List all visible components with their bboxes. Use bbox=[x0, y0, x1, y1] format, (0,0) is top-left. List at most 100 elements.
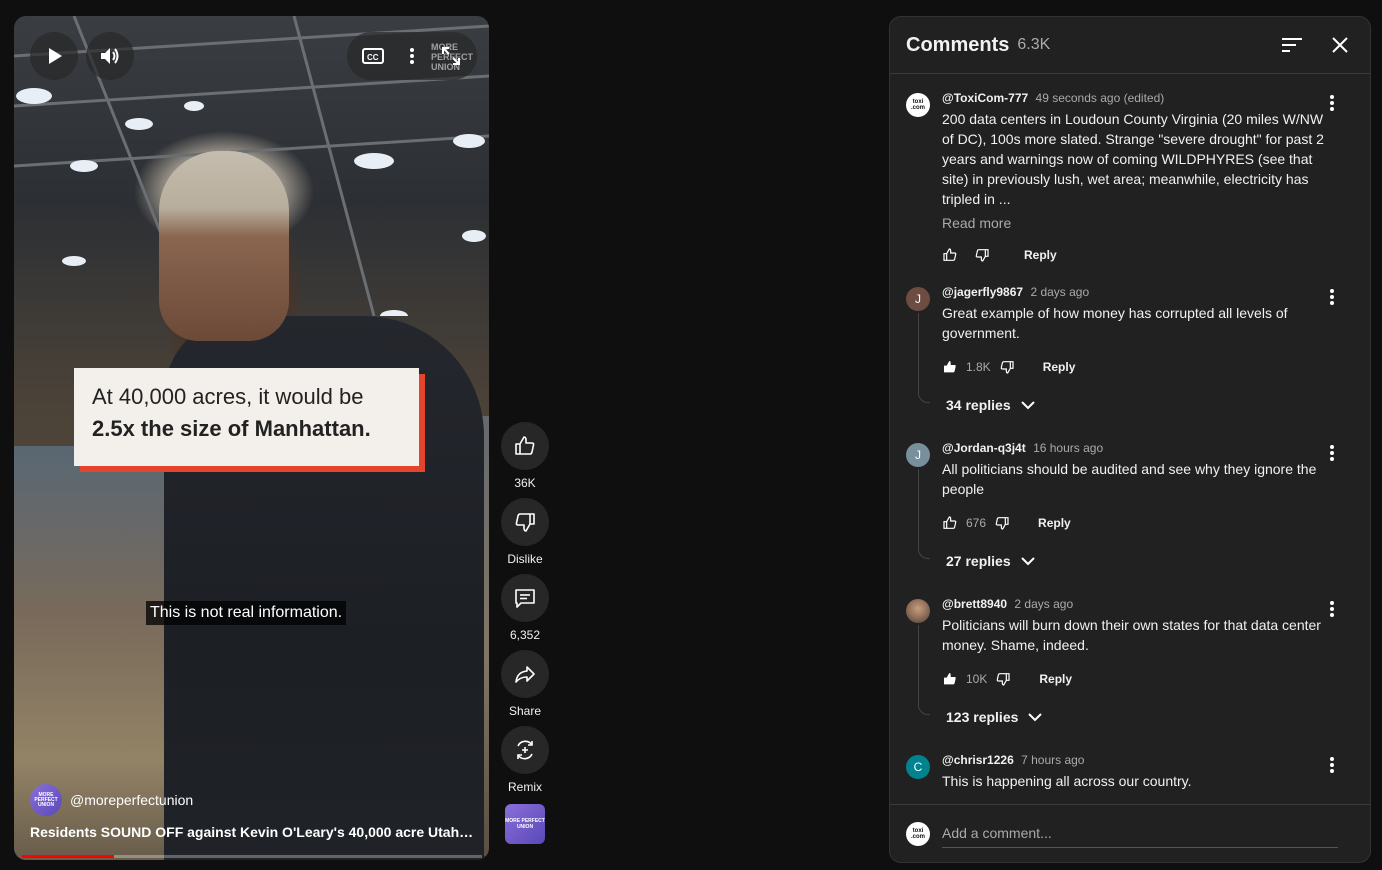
remix-button[interactable] bbox=[501, 726, 549, 774]
commenter-avatar[interactable] bbox=[906, 599, 930, 623]
sort-button[interactable] bbox=[1278, 31, 1306, 59]
comments-button[interactable] bbox=[501, 574, 549, 622]
comment-menu-button[interactable] bbox=[1322, 441, 1342, 465]
comments-count: 6.3K bbox=[1017, 36, 1051, 53]
thread-line bbox=[918, 313, 930, 403]
channel-watermark: MORE PERFECT UNION bbox=[431, 42, 474, 72]
commenter-avatar[interactable]: C bbox=[906, 755, 930, 779]
view-replies-button[interactable]: 34 replies bbox=[946, 397, 1330, 413]
channel-info[interactable]: MORE PERFECT UNION @moreperfectunion bbox=[30, 784, 193, 816]
thumbs-down-icon bbox=[515, 513, 535, 532]
thumbs-up-icon[interactable] bbox=[942, 515, 958, 531]
comments-action: 6,352 bbox=[501, 574, 549, 642]
reply-button[interactable]: Reply bbox=[1038, 516, 1071, 530]
comment-author[interactable]: @jagerfly9867 bbox=[942, 285, 1023, 299]
comment-author[interactable]: @chrisr1226 bbox=[942, 753, 1014, 767]
comments-header: Comments 6.3K bbox=[890, 17, 1370, 74]
like-action: 36K bbox=[501, 422, 549, 490]
comments-title: Comments bbox=[906, 33, 1010, 56]
more-vert-icon bbox=[1330, 289, 1334, 305]
comment-time[interactable]: 49 seconds ago (edited) bbox=[1036, 91, 1165, 105]
comment-menu-button[interactable] bbox=[1322, 597, 1342, 621]
add-comment-bar: toxi .com Add a comment... bbox=[890, 804, 1370, 862]
comment-text: Politicians will burn down their own sta… bbox=[942, 617, 1321, 653]
video-player[interactable]: CC MORE PERFECT UNION At 40,000 acres, i… bbox=[14, 16, 489, 860]
action-bar: 36K Dislike 6,352 Share Remix MORE PERFE… bbox=[500, 422, 550, 844]
thumbs-down-icon[interactable] bbox=[974, 247, 990, 263]
chevron-down-icon bbox=[1028, 713, 1043, 722]
commenter-avatar[interactable]: J bbox=[906, 443, 930, 467]
comment-time[interactable]: 2 days ago bbox=[1030, 285, 1089, 299]
comment-toolbar: 1.8K Reply bbox=[942, 353, 1330, 381]
reply-button[interactable]: Reply bbox=[1024, 248, 1057, 262]
comment-meta: @jagerfly9867 2 days ago bbox=[942, 285, 1330, 299]
thumbs-up-filled-icon[interactable] bbox=[942, 671, 958, 687]
comments-panel: Comments 6.3K toxi .com @ToxiCom-777 49 … bbox=[889, 16, 1371, 863]
comment-author[interactable]: @Jordan-q3j4t bbox=[942, 441, 1026, 455]
comment-menu-button[interactable] bbox=[1322, 285, 1342, 309]
overlay-line-2: 2.5x the size of Manhattan. bbox=[92, 416, 371, 441]
comment-toolbar: Reply bbox=[942, 241, 1330, 269]
thumbs-down-icon[interactable] bbox=[995, 671, 1011, 687]
comment-count: 6,352 bbox=[509, 628, 541, 642]
volume-button[interactable] bbox=[86, 32, 134, 80]
add-comment-input[interactable]: Add a comment... bbox=[942, 819, 1338, 848]
more-options-button[interactable] bbox=[398, 42, 426, 70]
channel-thumbnail[interactable]: MORE PERFECT UNION bbox=[505, 804, 545, 844]
more-vert-icon bbox=[409, 48, 414, 64]
svg-text:CC: CC bbox=[367, 53, 379, 62]
dislike-label: Dislike bbox=[507, 552, 543, 566]
comment-meta: @brett8940 2 days ago bbox=[942, 597, 1330, 611]
comment-time[interactable]: 2 days ago bbox=[1014, 597, 1073, 611]
player-controls-left bbox=[30, 32, 134, 80]
like-button[interactable] bbox=[501, 422, 549, 470]
channel-avatar[interactable]: MORE PERFECT UNION bbox=[30, 784, 62, 816]
comment-menu-button[interactable] bbox=[1322, 91, 1342, 115]
comment-text: 200 data centers in Loudoun County Virgi… bbox=[942, 111, 1324, 207]
more-vert-icon bbox=[1330, 601, 1334, 617]
like-count: 36K bbox=[514, 476, 536, 490]
comment-author[interactable]: @ToxiCom-777 bbox=[942, 91, 1028, 105]
comment-item: J @Jordan-q3j4t 16 hours ago All politic… bbox=[890, 441, 1370, 569]
view-replies-button[interactable]: 123 replies bbox=[946, 709, 1330, 725]
speaker-head bbox=[159, 151, 289, 341]
comment-text: This is happening all across our country… bbox=[942, 773, 1192, 789]
comment-toolbar: 676 Reply bbox=[942, 509, 1330, 537]
dislike-button[interactable] bbox=[501, 498, 549, 546]
play-button[interactable] bbox=[30, 32, 78, 80]
play-icon bbox=[49, 48, 62, 64]
more-vert-icon bbox=[1330, 757, 1334, 773]
commenter-avatar[interactable]: toxi .com bbox=[906, 93, 930, 117]
more-vert-icon bbox=[1330, 95, 1334, 111]
more-vert-icon bbox=[1330, 445, 1334, 461]
comment-item: J @jagerfly9867 2 days ago Great example… bbox=[890, 285, 1370, 413]
progress-bar[interactable] bbox=[22, 855, 482, 858]
comment-item: C @chrisr1226 7 hours ago This is happen… bbox=[890, 753, 1370, 791]
like-count: 10K bbox=[966, 672, 988, 686]
replies-count: 34 replies bbox=[946, 397, 1011, 413]
thumbs-up-icon[interactable] bbox=[942, 247, 958, 263]
close-button[interactable] bbox=[1326, 31, 1354, 59]
comment-menu-button[interactable] bbox=[1322, 753, 1342, 777]
comment-time[interactable]: 7 hours ago bbox=[1021, 753, 1084, 767]
reply-button[interactable]: Reply bbox=[1039, 672, 1072, 686]
channel-handle[interactable]: @moreperfectunion bbox=[70, 792, 193, 808]
sort-icon bbox=[1282, 38, 1302, 52]
commenter-avatar[interactable]: J bbox=[906, 287, 930, 311]
captions-button[interactable]: CC bbox=[359, 42, 387, 70]
overlay-line-1: At 40,000 acres, it would be bbox=[92, 384, 364, 409]
comments-list: toxi .com @ToxiCom-777 49 seconds ago (e… bbox=[890, 75, 1370, 805]
comment-text: All politicians should be audited and se… bbox=[942, 461, 1317, 497]
comment-meta: @chrisr1226 7 hours ago bbox=[942, 753, 1330, 767]
thumbs-down-icon[interactable] bbox=[999, 359, 1015, 375]
reply-button[interactable]: Reply bbox=[1043, 360, 1076, 374]
thumbs-up-filled-icon[interactable] bbox=[942, 359, 958, 375]
read-more-link[interactable]: Read more bbox=[942, 215, 1330, 231]
view-replies-button[interactable]: 27 replies bbox=[946, 553, 1330, 569]
comment-author[interactable]: @brett8940 bbox=[942, 597, 1007, 611]
share-button[interactable] bbox=[501, 650, 549, 698]
comment-time[interactable]: 16 hours ago bbox=[1033, 441, 1103, 455]
thumbs-down-icon[interactable] bbox=[994, 515, 1010, 531]
progress-fill bbox=[22, 855, 114, 858]
video-title[interactable]: Residents SOUND OFF against Kevin O'Lear… bbox=[30, 824, 475, 840]
